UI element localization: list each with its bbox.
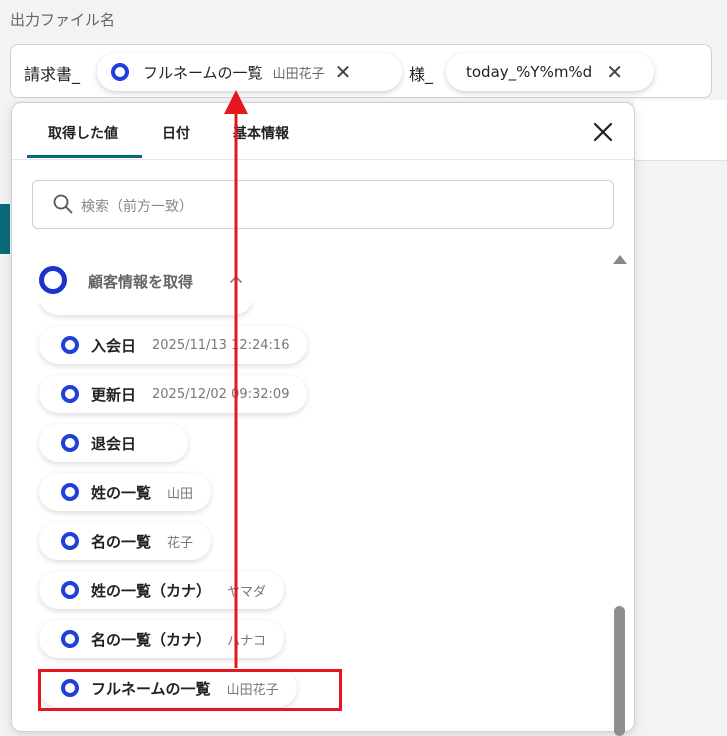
variable-ring-icon — [61, 483, 79, 501]
field-name: 姓の一覧 — [91, 483, 152, 502]
variable-ring-icon — [61, 336, 79, 354]
list-item[interactable]: 姓の一覧 山田 — [39, 473, 212, 511]
list-item[interactable]: 更新日 2025/12/02 09:32:09 — [39, 375, 308, 413]
field-name: 退会日 — [91, 434, 137, 453]
filename-prefix-text: 請求書_ — [24, 65, 81, 84]
list-item[interactable]: 姓の一覧（カナ） ヤマダ — [39, 571, 285, 609]
group-header[interactable]: 顧客情報を取得 — [36, 263, 256, 299]
chip-name: today_%Y%m%d — [466, 63, 593, 81]
field-list: 入会日 2025/11/13 12:24:16 更新日 2025/12/02 0… — [12, 303, 612, 733]
field-name: 姓の一覧（カナ） — [91, 581, 212, 600]
variable-ring-icon — [111, 63, 129, 81]
field-value: 2025/11/13 12:24:16 — [152, 337, 290, 353]
search-placeholder: 検索（前方一致） — [81, 199, 193, 215]
filename-date-chip[interactable]: today_%Y%m%d ✕ — [446, 53, 654, 91]
filename-variable-chip[interactable]: フルネームの一覧 山田花子 ✕ — [97, 53, 402, 91]
list-item[interactable]: 入会日 2025/11/13 12:24:16 — [39, 326, 308, 364]
list-item[interactable]: 名の一覧 花子 — [39, 522, 212, 560]
variable-ring-icon — [61, 679, 79, 697]
field-value: 花子 — [167, 535, 194, 551]
list-item[interactable]: 退会日 — [39, 424, 188, 462]
search-icon — [53, 194, 73, 214]
tab-retrieved-values[interactable]: 取得した値 — [48, 123, 118, 143]
scrollbar-thumb[interactable] — [614, 606, 625, 736]
field-value: ハナコ — [227, 633, 267, 649]
tab-date[interactable]: 日付 — [162, 123, 190, 143]
close-icon[interactable]: ✕ — [335, 62, 352, 82]
field-value: 2025/12/02 09:32:09 — [152, 386, 290, 402]
output-filename-label: 出力ファイル名 — [10, 11, 116, 29]
chip-value: 山田花子 — [272, 66, 325, 82]
variable-ring-icon — [61, 385, 79, 403]
group-ring-icon — [39, 266, 67, 294]
field-name: フルネームの一覧 — [91, 679, 211, 698]
search-input[interactable]: 検索（前方一致） — [32, 180, 614, 229]
background-row — [634, 100, 727, 161]
filename-middle-text: 様_ — [409, 65, 434, 84]
variable-ring-icon — [61, 630, 79, 648]
close-icon[interactable]: ✕ — [606, 62, 623, 82]
field-value: 山田 — [167, 486, 194, 502]
group-label: 顧客情報を取得 — [88, 273, 194, 291]
tab-basic-info[interactable]: 基本情報 — [233, 123, 289, 143]
chevron-up-icon[interactable] — [229, 272, 243, 286]
tab-bar: 取得した値 日付 基本情報 — [12, 103, 634, 160]
field-value: ヤマダ — [227, 584, 267, 600]
variable-ring-icon — [61, 434, 79, 452]
field-name: 更新日 — [91, 385, 137, 404]
background-accent — [0, 204, 10, 254]
variable-picker-panel: 取得した値 日付 基本情報 検索（前方一致） 顧客情報を取得 入会日 2025/… — [11, 102, 635, 736]
filename-input[interactable]: 請求書_ フルネームの一覧 山田花子 ✕ 様_ today_%Y%m%d ✕ — [10, 44, 712, 98]
list-item[interactable] — [39, 303, 253, 315]
variable-ring-icon — [61, 581, 79, 599]
field-name: 入会日 — [91, 336, 137, 355]
field-name: 名の一覧 — [91, 532, 152, 551]
chip-name: フルネームの一覧 — [143, 63, 263, 82]
field-name: 名の一覧（カナ） — [91, 630, 212, 649]
scroll-up-arrow-icon[interactable] — [613, 255, 627, 264]
list-item[interactable]: フルネームの一覧 山田花子 — [39, 669, 297, 707]
list-item[interactable]: 名の一覧（カナ） ハナコ — [39, 620, 285, 658]
variable-ring-icon — [61, 532, 79, 550]
field-value: 山田花子 — [226, 682, 279, 698]
active-tab-indicator — [27, 155, 142, 158]
close-icon[interactable] — [592, 121, 614, 143]
